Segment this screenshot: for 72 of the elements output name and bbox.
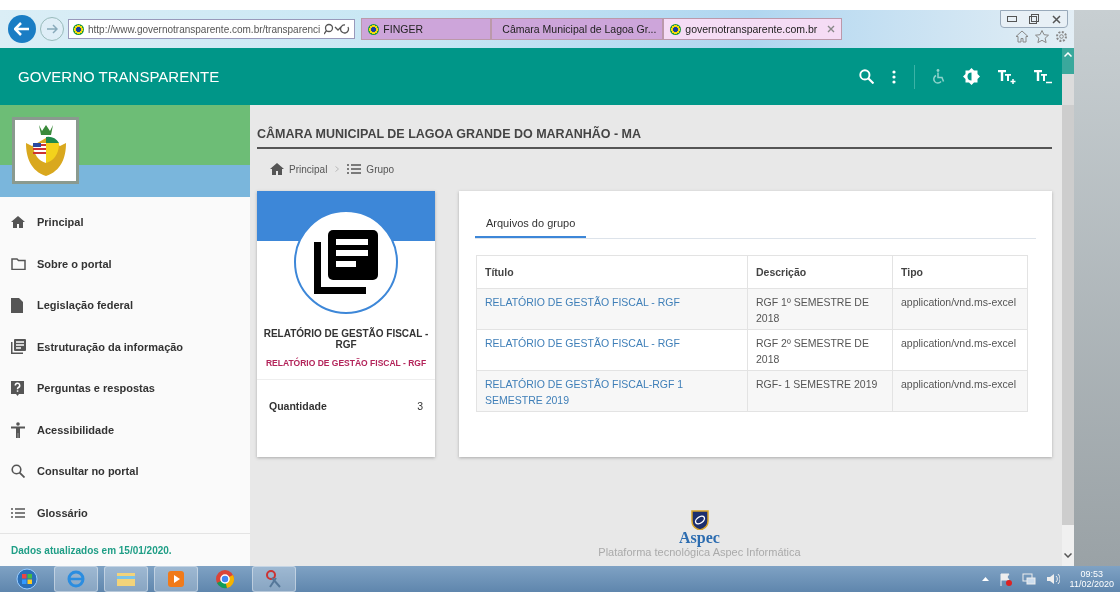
arrow-left-icon (14, 22, 30, 36)
library-icon (314, 230, 378, 294)
page-title: CÂMARA MUNICIPAL DE LAGOA GRANDE DO MARANHÃO - MA (257, 127, 1052, 149)
tab[interactable]: Arquivos do grupo (475, 215, 587, 238)
browser-tab[interactable]: governotransparente.com.br (663, 18, 843, 40)
column-header: Descrição (747, 255, 893, 289)
brand-name: Aspec (679, 530, 720, 546)
home-icon[interactable] (1015, 29, 1029, 43)
more-icon[interactable] (892, 69, 896, 84)
library-icon (11, 339, 26, 354)
settings-icon[interactable] (1055, 29, 1068, 43)
folder-taskbar-icon[interactable] (104, 566, 148, 592)
table-cell: RGF 2º SEMESTRE DE 2018 (747, 329, 893, 371)
breadcrumb-link[interactable]: Grupo (347, 163, 395, 175)
forward-button[interactable] (40, 17, 64, 41)
browser-tab[interactable]: Câmara Municipal de Lagoa Gr... (491, 18, 664, 40)
help-icon (11, 380, 24, 396)
scissors-icon[interactable] (252, 566, 296, 592)
table-cell: application/vnd.ms-excel (892, 288, 1028, 330)
nav-item[interactable]: Legislação federal (0, 284, 250, 326)
arrow-right-icon (46, 24, 58, 34)
column-header: Título (476, 255, 748, 289)
flag-icon[interactable] (998, 572, 1012, 586)
flag-icon (670, 23, 682, 35)
search-icon (11, 464, 25, 478)
minimize-icon (1007, 16, 1017, 22)
platform-credit: Plataforma tecnológica Aspec Informática (598, 546, 801, 558)
wheelchair-icon[interactable] (933, 69, 945, 84)
table-cell: RGF 1º SEMESTRE DE 2018 (747, 288, 893, 330)
search-icon[interactable] (859, 69, 874, 84)
shield-icon (690, 510, 709, 530)
home-icon (11, 216, 25, 228)
restore-icon (1029, 14, 1039, 24)
chevron-icon (335, 166, 340, 172)
caret-icon[interactable] (981, 577, 989, 581)
home-icon (270, 163, 284, 175)
speaker-icon[interactable] (1045, 573, 1060, 585)
browser-tab[interactable]: FINGER (361, 18, 492, 40)
text-decrease-icon[interactable] (1034, 69, 1052, 84)
network-icon[interactable] (1021, 572, 1036, 586)
table-cell: RGF- 1 SEMESTRE 2019 (747, 370, 893, 412)
coat-of-arms-icon (12, 117, 79, 184)
contrast-icon[interactable] (963, 68, 980, 85)
list-icon (11, 507, 25, 518)
close-icon (1051, 14, 1061, 24)
list-icon (347, 164, 362, 174)
folder-icon (11, 257, 26, 270)
count-label: Quantidade (269, 400, 327, 412)
table-cell: application/vnd.ms-excel (892, 329, 1028, 371)
nav-item[interactable]: Sobre o portal (0, 242, 250, 285)
nav-item[interactable]: Perguntas e respostas (0, 367, 250, 409)
nav-item[interactable]: Glossário (0, 491, 250, 534)
nav-item[interactable]: Acessibilidade (0, 408, 250, 451)
count-value: 3 (417, 400, 423, 412)
breadcrumb-link[interactable]: Principal (270, 163, 328, 175)
file-icon (11, 297, 23, 313)
star-icon[interactable] (1035, 29, 1049, 43)
media-player-icon[interactable] (154, 566, 198, 592)
nav-item[interactable]: Consultar no portal (0, 450, 250, 492)
close-icon[interactable] (827, 25, 836, 33)
back-button[interactable] (8, 15, 36, 43)
address-bar[interactable]: http://www.governotransparente.com.br/transparenci (68, 19, 356, 39)
browser-taskbar-icon[interactable] (54, 566, 98, 592)
group-title: RELATÓRIO DE GESTÃO FISCAL - RGF (262, 328, 430, 350)
column-header: Tipo (892, 255, 1028, 289)
table-cell: application/vnd.ms-excel (892, 370, 1028, 412)
group-subtitle: RELATÓRIO DE GESTÃO FISCAL - RGF (265, 358, 427, 368)
nav-item[interactable]: Principal (0, 201, 250, 243)
nav-item[interactable]: Estruturação da informação (0, 325, 250, 368)
text-increase-icon[interactable] (998, 69, 1016, 84)
site-title: GOVERNO TRANSPARENTE (18, 68, 221, 85)
accessibility-icon (11, 421, 25, 438)
